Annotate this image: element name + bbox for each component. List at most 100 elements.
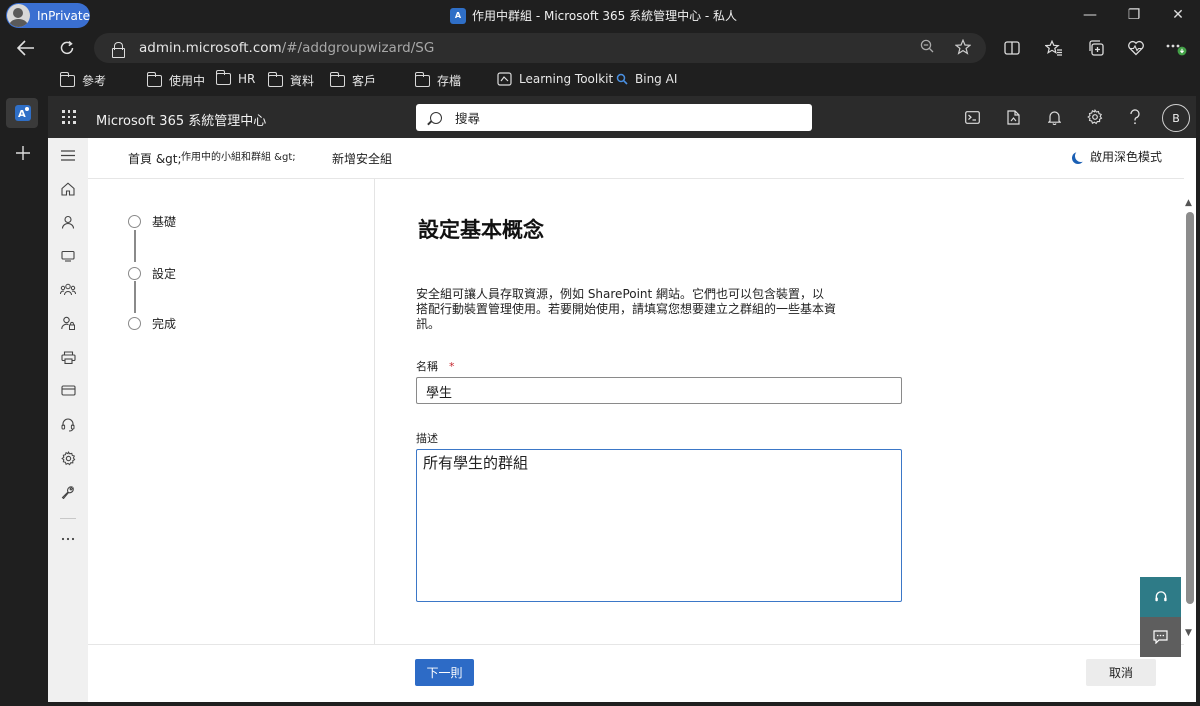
favorite-item-hr[interactable]: HR xyxy=(215,70,255,86)
headset-icon xyxy=(61,418,75,431)
favorite-item-reference[interactable]: 參考 xyxy=(59,71,107,89)
address-bar[interactable]: admin.microsoft.com/#/addgroupwizard/SG xyxy=(94,33,986,63)
nav-roles[interactable] xyxy=(58,313,78,333)
nav-resources[interactable] xyxy=(58,347,78,367)
cancel-button[interactable]: 取消 xyxy=(1086,659,1156,686)
group-name-input[interactable]: 學生 xyxy=(416,377,902,404)
breadcrumb-active-groups[interactable]: 作用中的小組和群組 &gt; xyxy=(181,148,296,163)
nav-show-all[interactable] xyxy=(58,529,78,549)
nav-settings[interactable] xyxy=(58,448,78,468)
favorites-star-list-icon xyxy=(1045,40,1062,56)
help-support-button[interactable] xyxy=(1140,577,1181,617)
breadcrumb-home[interactable]: 首頁 &gt; xyxy=(128,150,182,167)
m365-admin-favicon-icon: A xyxy=(450,7,466,24)
notifications-button[interactable] xyxy=(1044,107,1064,127)
nav-setup[interactable] xyxy=(58,482,78,502)
group-description-textarea[interactable]: 所有學生的群組 xyxy=(416,449,902,602)
split-screen-button[interactable] xyxy=(998,34,1026,62)
favorite-label: Bing AI xyxy=(635,72,678,86)
nav-home[interactable] xyxy=(58,179,78,199)
vertical-tab-strip: A xyxy=(0,66,46,706)
next-button[interactable]: 下一則 xyxy=(415,659,474,686)
step-basics[interactable]: 基礎 xyxy=(128,213,176,230)
user-avatar[interactable]: B xyxy=(1162,104,1190,132)
search-input[interactable]: 搜尋 xyxy=(416,104,812,131)
step-settings[interactable]: 設定 xyxy=(128,265,176,282)
folder-icon xyxy=(267,71,283,87)
step-finish[interactable]: 完成 xyxy=(128,315,176,332)
back-button[interactable] xyxy=(12,34,40,62)
gear-icon xyxy=(60,450,75,465)
plus-icon xyxy=(16,146,30,160)
feedback-chat-icon xyxy=(1153,630,1168,644)
url-text[interactable]: admin.microsoft.com/#/addgroupwizard/SG xyxy=(139,40,434,56)
feedback-button[interactable] xyxy=(1140,617,1181,657)
page-scrollbar[interactable]: ▲ ▼ xyxy=(1184,198,1196,644)
favorite-item-archive[interactable]: 存檔 xyxy=(414,71,462,89)
minimize-button[interactable]: — xyxy=(1068,0,1112,30)
scroll-down-arrow-icon[interactable]: ▼ xyxy=(1185,628,1192,638)
search-icon xyxy=(430,111,442,124)
inprivate-badge[interactable]: InPrivate xyxy=(6,3,90,28)
step-circle-icon xyxy=(128,267,141,280)
settings-button[interactable] xyxy=(1085,107,1105,127)
search-placeholder: 搜尋 xyxy=(455,111,481,126)
collections-button[interactable] xyxy=(1082,34,1110,62)
m365-admin-tab-icon[interactable]: A xyxy=(11,101,35,125)
scroll-up-arrow-icon[interactable]: ▲ xyxy=(1185,198,1192,208)
settings-more-button[interactable] xyxy=(1162,34,1190,62)
favorite-item-learning-toolkit[interactable]: Learning Toolkit xyxy=(497,72,613,86)
lock-icon xyxy=(112,41,125,58)
dark-mode-toggle[interactable]: 啟用深色模式 xyxy=(1072,148,1162,165)
nav-devices[interactable] xyxy=(58,246,78,266)
favorite-star-icon[interactable] xyxy=(954,38,972,59)
headset-icon xyxy=(1154,591,1167,602)
refresh-icon xyxy=(60,40,74,55)
close-window-button[interactable]: ✕ xyxy=(1156,0,1200,30)
hamburger-menu-icon xyxy=(61,149,75,161)
favorite-label: 客戶 xyxy=(352,74,377,88)
nav-billing[interactable] xyxy=(58,380,78,400)
app-launcher-waffle-icon[interactable] xyxy=(62,110,76,124)
favorite-label: 資料 xyxy=(290,74,315,88)
app-title[interactable]: Microsoft 365 系統管理中心 xyxy=(96,110,266,129)
form-description: 安全組可讓人員存取資源，例如 SharePoint 網站。它們也可以包含裝置，以… xyxy=(416,287,836,332)
zoom-out-icon[interactable] xyxy=(920,39,934,57)
refresh-button[interactable] xyxy=(53,34,81,62)
nav-teams-groups[interactable] xyxy=(58,279,78,299)
ellipsis-icon xyxy=(61,537,75,541)
terminal-button[interactable] xyxy=(962,107,982,127)
groups-icon xyxy=(60,283,76,295)
help-button[interactable] xyxy=(1125,107,1145,127)
wrench-icon xyxy=(61,486,74,499)
favorite-item-data[interactable]: 資料 xyxy=(267,71,315,89)
dark-mode-label: 啟用深色模式 xyxy=(1090,150,1163,164)
restore-button[interactable]: ❐ xyxy=(1112,0,1156,30)
scrollbar-thumb[interactable] xyxy=(1186,212,1194,604)
document-icon xyxy=(1006,109,1020,125)
favorites-button[interactable] xyxy=(1040,34,1068,62)
new-tab-button[interactable] xyxy=(11,141,35,165)
nav-menu-toggle[interactable] xyxy=(58,145,78,165)
favorite-label: 參考 xyxy=(82,74,107,88)
favorite-label: 存檔 xyxy=(437,74,462,88)
favorite-item-bing-ai[interactable]: Bing AI xyxy=(616,72,677,86)
form-title: 設定基本概念 xyxy=(418,218,544,242)
favorite-item-customers[interactable]: 客戶 xyxy=(329,71,377,89)
heart-pulse-icon xyxy=(1128,40,1144,56)
credit-card-icon xyxy=(60,384,76,396)
m365-header: Microsoft 365 系統管理中心 搜尋 B xyxy=(48,96,1196,138)
favorite-item-in-use[interactable]: 使用中 xyxy=(146,71,205,89)
document-button[interactable] xyxy=(1003,107,1023,127)
step-label: 基礎 xyxy=(152,215,177,229)
printer-icon xyxy=(60,350,76,364)
step-circle-icon xyxy=(128,215,141,228)
home-icon xyxy=(61,182,75,196)
browser-essentials-button[interactable] xyxy=(1122,34,1150,62)
step-connector xyxy=(134,281,136,313)
nav-users[interactable] xyxy=(58,212,78,232)
step-label: 完成 xyxy=(152,317,177,331)
help-question-icon xyxy=(1130,109,1140,125)
breadcrumb-current: 新增安全組 xyxy=(332,152,393,166)
nav-support[interactable] xyxy=(58,414,78,434)
